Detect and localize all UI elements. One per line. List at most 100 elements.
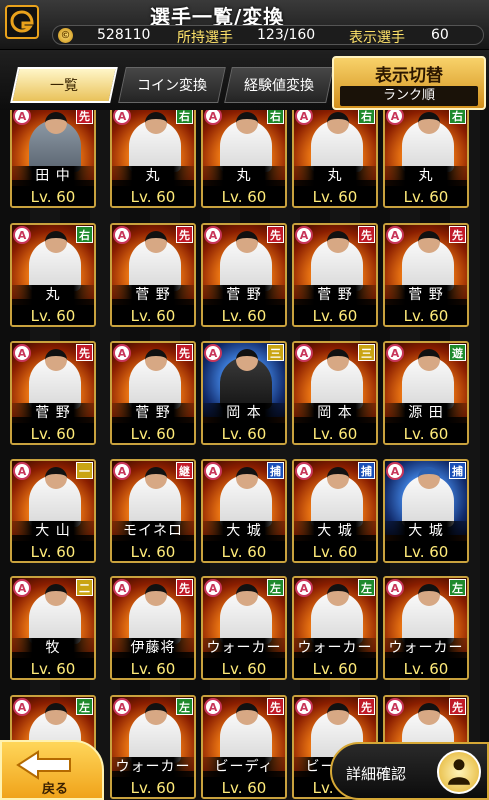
player-card[interactable]: A先田 中 Lv. 60 (10, 110, 96, 208)
position-badge: 左 (176, 698, 193, 715)
player-card[interactable]: A 左ウォーカーLv. 60 (292, 576, 378, 680)
position-badge: 先 (449, 226, 466, 243)
player-level: Lv. 60 (385, 305, 467, 325)
player-level: Lv. 60 (12, 658, 94, 678)
player-name: 丸 (203, 166, 285, 186)
player-card[interactable]: A 継モイネロ Lv. 60 (110, 459, 196, 563)
owned-players-label: 所持選手 (177, 30, 233, 46)
player-card[interactable]: A 先ビーディLv. 60 (201, 695, 287, 799)
player-level: Lv. 60 (203, 777, 285, 797)
position-badge: 捕 (449, 462, 466, 479)
position-badge: 捕 (358, 462, 375, 479)
player-level: Lv. 60 (12, 423, 94, 443)
position-badge: 先 (449, 698, 466, 715)
position-badge: 三 (358, 344, 375, 361)
shown-players-label: 表示選手 (349, 30, 405, 46)
player-card[interactable]: A 遊源 田 Lv. 60 (383, 341, 469, 445)
team-logo-icon (5, 5, 39, 39)
display-switch-button[interactable]: 表示切替 ランク順 (332, 56, 486, 110)
player-card[interactable]: A 先菅 野 Lv. 60 (292, 223, 378, 327)
tab-exp-convert[interactable]: 経験値変換 (224, 67, 334, 103)
position-badge: 先 (358, 226, 375, 243)
player-card-grid: A先田 中 Lv. 60 A 右丸 Lv. 60 A 右丸 Lv. 60 A 右丸 Lv. 60 A 右… (0, 110, 489, 800)
player-name: 大 城 (294, 521, 376, 541)
rank-badge-icon: A (295, 698, 313, 716)
player-card[interactable]: A 先菅 野 Lv. 60 (383, 223, 469, 327)
player-level: Lv. 60 (12, 541, 94, 561)
player-name: 伊藤将 (112, 638, 194, 658)
position-badge: 右 (449, 110, 466, 124)
position-badge: 右 (176, 110, 193, 124)
player-name: ウォーカー (294, 638, 376, 658)
player-name: モイネロ (112, 521, 194, 541)
back-arrow-icon (16, 750, 71, 780)
player-name: 牧 (12, 638, 94, 658)
player-level: Lv. 60 (294, 305, 376, 325)
player-card[interactable]: A 右丸 Lv. 60 (110, 110, 196, 208)
detail-confirm-button[interactable]: 詳細確認 (330, 742, 489, 800)
position-badge: 先 (358, 698, 375, 715)
player-name: 菅 野 (294, 285, 376, 305)
player-level: Lv. 60 (294, 423, 376, 443)
player-level: Lv. 60 (385, 186, 467, 206)
tab-list[interactable]: 一覧 (10, 67, 118, 103)
player-card[interactable]: A 先菅 野 Lv. 60 (110, 341, 196, 445)
player-card[interactable]: A 先伊藤将 Lv. 60 (110, 576, 196, 680)
player-name: 菅 野 (112, 285, 194, 305)
player-card[interactable]: A 捕大 城 Lv. 60 (292, 459, 378, 563)
player-card[interactable]: A 捕大 城 Lv. 60 (383, 459, 469, 563)
player-card[interactable]: A 先菅 野 Lv. 60 (110, 223, 196, 327)
rank-badge-icon: A (295, 579, 313, 597)
back-button[interactable]: 戻る (0, 740, 104, 800)
rank-badge-icon: A (386, 698, 404, 716)
player-name: 菅 野 (385, 285, 467, 305)
position-badge: 右 (76, 226, 93, 243)
player-level: Lv. 60 (385, 541, 467, 561)
position-badge: 先 (176, 344, 193, 361)
player-card[interactable]: A 左ウォーカーLv. 60 (201, 576, 287, 680)
player-card[interactable]: A 捕大 城 Lv. 60 (201, 459, 287, 563)
position-badge: 先 (176, 579, 193, 596)
player-name: 田 中 (12, 166, 94, 186)
rank-badge-icon: A (204, 698, 222, 716)
player-name: ウォーカー (203, 638, 285, 658)
player-card[interactable]: A 左ウォーカーLv. 60 (110, 695, 196, 799)
player-card[interactable]: A 先菅 野 Lv. 60 (201, 223, 287, 327)
player-name: ビーディ (203, 757, 285, 777)
rank-badge-icon: A (204, 344, 222, 362)
player-card[interactable]: A 左ウォーカーLv. 60 (383, 576, 469, 680)
tab-coin-convert[interactable]: コイン変換 (118, 67, 226, 103)
stats-bar: © 528110 所持選手 123/160 表示選手 60 (52, 25, 484, 46)
back-label: 戻る (42, 782, 69, 797)
player-card[interactable]: A 右丸 Lv. 60 (201, 110, 287, 208)
shown-players-value: 60 (431, 27, 449, 43)
detail-confirm-label: 詳細確認 (346, 765, 407, 783)
player-name: ウォーカー (385, 638, 467, 658)
rank-badge-icon: A (295, 226, 313, 244)
player-level: Lv. 60 (12, 186, 94, 206)
player-level: Lv. 60 (12, 305, 94, 325)
player-card[interactable]: A 右丸 Lv. 60 (383, 110, 469, 208)
player-name: 源 田 (385, 403, 467, 423)
player-card[interactable]: A 右丸 Lv. 60 (10, 223, 96, 327)
position-badge: 先 (267, 226, 284, 243)
player-name: 菅 野 (12, 403, 94, 423)
rank-badge-icon: A (13, 462, 31, 480)
position-badge: 左 (76, 698, 93, 715)
player-card[interactable]: A 二牧 Lv. 60 (10, 576, 96, 680)
player-level: Lv. 60 (112, 305, 194, 325)
player-card[interactable]: A 三岡 本 Lv. 60 (292, 341, 378, 445)
coin-count: 528110 (97, 27, 151, 43)
position-badge: 先 (76, 110, 93, 124)
sort-order-label: ランク順 (340, 86, 478, 106)
position-badge: 捕 (267, 462, 284, 479)
player-card[interactable]: A 右丸 Lv. 60 (292, 110, 378, 208)
player-card[interactable]: A 三岡 本 Lv. 60 (201, 341, 287, 445)
rank-badge-icon: A (295, 462, 313, 480)
player-level: Lv. 60 (112, 541, 194, 561)
rank-badge-icon: A (204, 226, 222, 244)
player-card[interactable]: A 先菅 野 Lv. 60 (10, 341, 96, 445)
player-card[interactable]: A 一大 山 Lv. 60 (10, 459, 96, 563)
position-badge: 右 (358, 110, 375, 124)
rank-badge-icon: A (386, 226, 404, 244)
